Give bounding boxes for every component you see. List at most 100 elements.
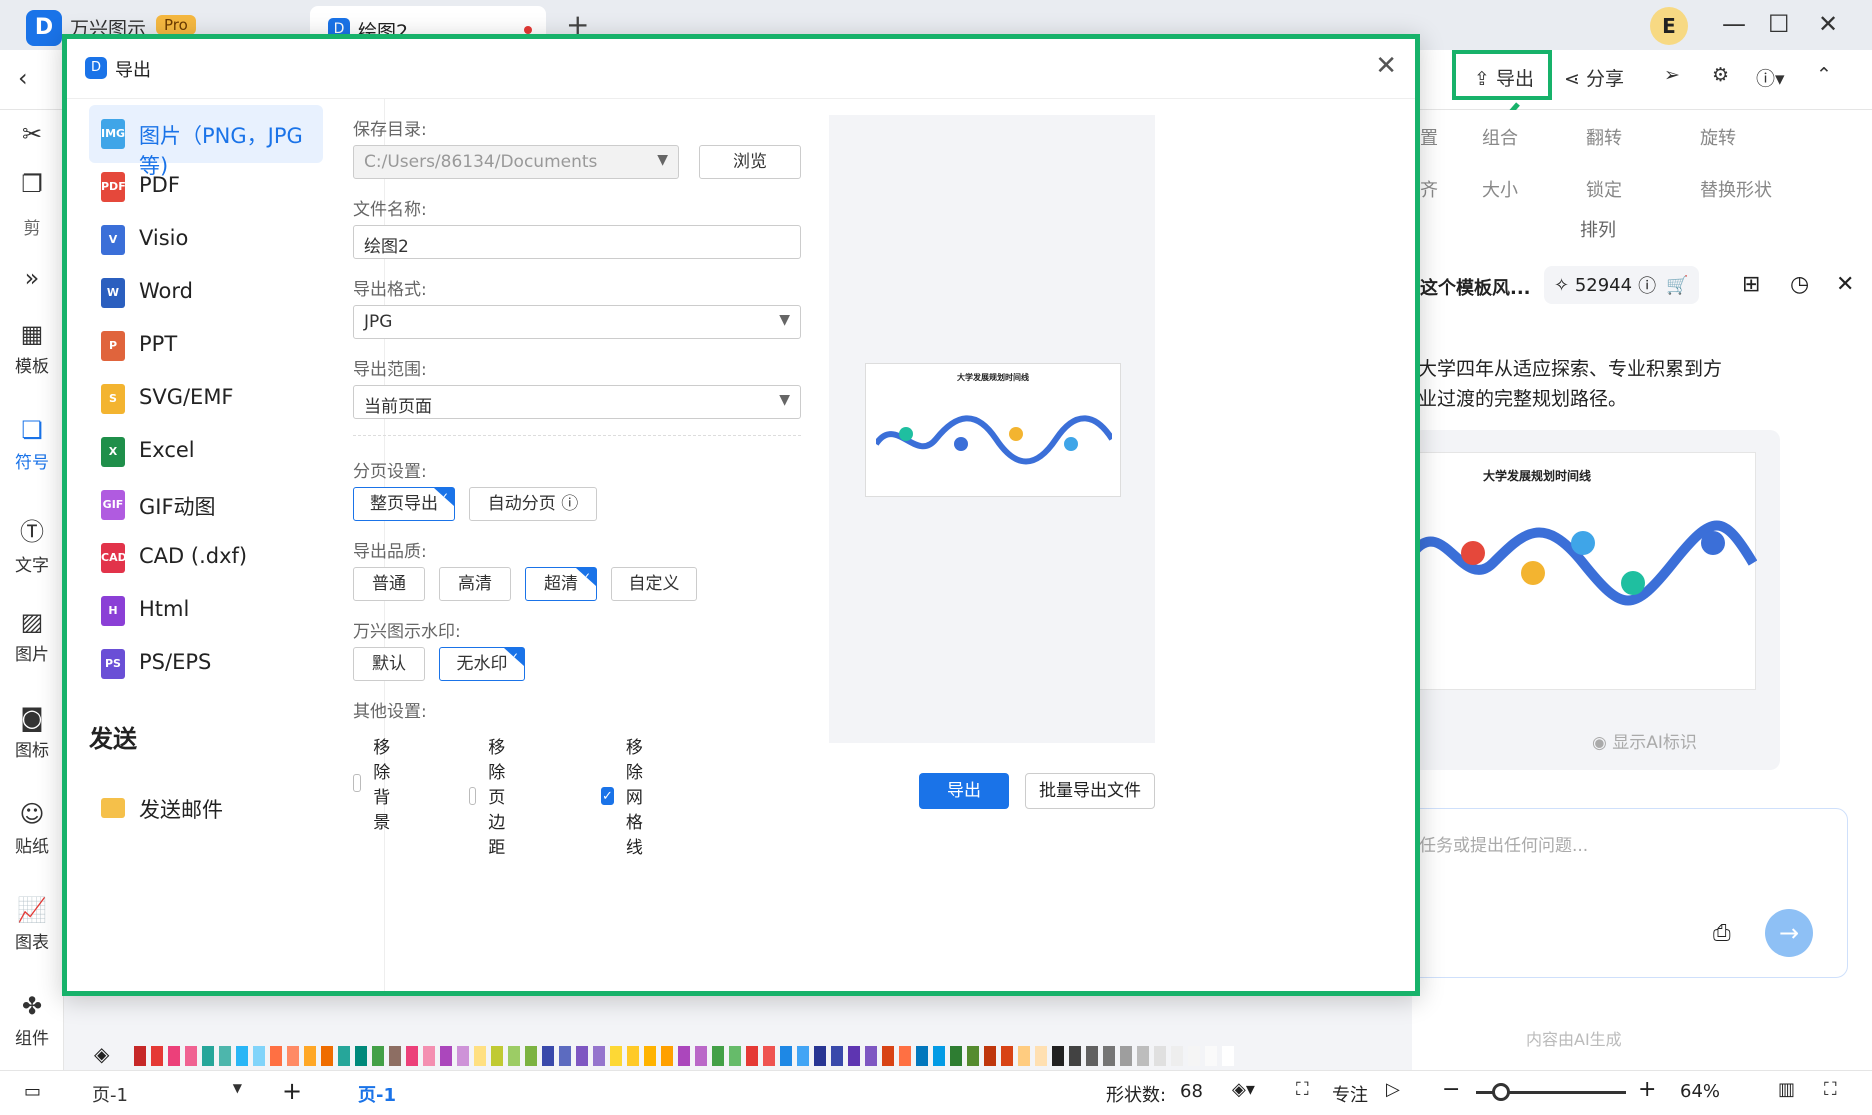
sidebar-item-symbols[interactable]: ❏ 符号: [0, 416, 64, 473]
color-swatch[interactable]: [508, 1046, 520, 1066]
zoom-level[interactable]: 64%: [1680, 1081, 1720, 1102]
color-palette[interactable]: ◈: [80, 1042, 1270, 1068]
avatar[interactable]: E: [1650, 7, 1688, 45]
color-swatch[interactable]: [525, 1046, 537, 1066]
color-swatch[interactable]: [984, 1046, 996, 1066]
ribbon-item[interactable]: 置: [1420, 124, 1438, 150]
zoom-slider-handle[interactable]: [1492, 1083, 1510, 1101]
format-option[interactable]: V Visio: [89, 211, 323, 269]
copy-icon[interactable]: ❐: [0, 170, 64, 202]
quality-custom-button[interactable]: 自定义: [611, 567, 697, 601]
export-button[interactable]: 导出: [919, 773, 1009, 809]
color-swatch[interactable]: [593, 1046, 605, 1066]
ai-input-box[interactable]: 任务或提出任何问题... ⎙ →: [1392, 808, 1848, 978]
color-swatch[interactable]: [168, 1046, 180, 1066]
color-swatch[interactable]: [372, 1046, 384, 1066]
color-swatch[interactable]: [882, 1046, 894, 1066]
color-swatch[interactable]: [865, 1046, 877, 1066]
minimize-icon[interactable]: —: [1722, 10, 1746, 38]
auto-paging-button[interactable]: 自动分页 ⓘ: [469, 487, 597, 521]
color-swatch[interactable]: [542, 1046, 554, 1066]
sidebar-item-icons[interactable]: ◙ 图标: [0, 704, 64, 761]
color-swatch[interactable]: [661, 1046, 673, 1066]
color-swatch[interactable]: [151, 1046, 163, 1066]
format-option[interactable]: PDF PDF: [89, 158, 323, 216]
close-icon[interactable]: ✕: [1375, 51, 1397, 81]
color-swatch[interactable]: [287, 1046, 299, 1066]
color-swatch[interactable]: [1052, 1046, 1064, 1066]
remove-gridlines-checkbox[interactable]: ✓ 移除网格线: [601, 733, 648, 858]
color-swatch[interactable]: [304, 1046, 316, 1066]
color-swatch[interactable]: [1154, 1046, 1166, 1066]
color-swatch[interactable]: [763, 1046, 775, 1066]
focus-mode[interactable]: 专注: [1332, 1081, 1368, 1107]
color-swatch[interactable]: [1222, 1046, 1234, 1066]
color-swatch[interactable]: [831, 1046, 843, 1066]
color-swatch[interactable]: [644, 1046, 656, 1066]
color-swatch[interactable]: [423, 1046, 435, 1066]
format-option[interactable]: PS PS/EPS: [89, 635, 323, 693]
collapse-icon[interactable]: ⌃: [1816, 64, 1832, 86]
color-swatch[interactable]: [202, 1046, 214, 1066]
color-swatch[interactable]: [389, 1046, 401, 1066]
back-icon[interactable]: ‹: [18, 64, 28, 92]
color-swatch[interactable]: [219, 1046, 231, 1066]
color-swatch[interactable]: [967, 1046, 979, 1066]
color-swatch[interactable]: [1120, 1046, 1132, 1066]
color-swatch[interactable]: [797, 1046, 809, 1066]
send-icon[interactable]: ➢: [1664, 64, 1680, 86]
maximize-icon[interactable]: ☐: [1768, 10, 1790, 38]
fullscreen-icon[interactable]: ⛶: [1824, 1079, 1837, 1100]
range-select[interactable]: 当前页面 ▼: [353, 385, 801, 419]
gear-icon[interactable]: ⚙: [1712, 64, 1729, 86]
color-swatch[interactable]: [185, 1046, 197, 1066]
color-swatch[interactable]: [338, 1046, 350, 1066]
color-swatch[interactable]: [355, 1046, 367, 1066]
format-option[interactable]: S SVG/EMF: [89, 370, 323, 428]
ai-credits[interactable]: ✧ 52944 ⓘ 🛒: [1544, 266, 1699, 304]
sidebar-item-text[interactable]: Ⓣ 文字: [0, 512, 64, 576]
page-tab[interactable]: 页-1: [358, 1081, 396, 1107]
color-swatch[interactable]: [406, 1046, 418, 1066]
format-option[interactable]: P PPT: [89, 317, 323, 375]
color-swatch[interactable]: [899, 1046, 911, 1066]
color-swatch[interactable]: [780, 1046, 792, 1066]
browse-button[interactable]: 浏览: [699, 145, 801, 179]
color-swatch[interactable]: [134, 1046, 146, 1066]
ribbon-item[interactable]: 齐: [1420, 176, 1438, 202]
color-swatch[interactable]: [1001, 1046, 1013, 1066]
color-swatch[interactable]: [610, 1046, 622, 1066]
send-message-button[interactable]: →: [1765, 909, 1813, 957]
remove-background-checkbox[interactable]: 移除背景: [353, 733, 400, 833]
color-swatch[interactable]: [627, 1046, 639, 1066]
play-icon[interactable]: ▷: [1386, 1079, 1400, 1100]
full-page-export-button[interactable]: 整页导出: [353, 487, 455, 521]
lock-button[interactable]: 锁定: [1586, 176, 1622, 202]
color-swatch[interactable]: [559, 1046, 571, 1066]
fill-bucket-icon[interactable]: ◈: [94, 1042, 109, 1066]
color-swatch[interactable]: [712, 1046, 724, 1066]
color-swatch[interactable]: [746, 1046, 758, 1066]
color-swatch[interactable]: [848, 1046, 860, 1066]
color-swatch[interactable]: [440, 1046, 452, 1066]
expand-icon[interactable]: »: [0, 264, 64, 296]
format-option[interactable]: W Word: [89, 264, 323, 322]
color-swatch[interactable]: [576, 1046, 588, 1066]
color-swatch[interactable]: [916, 1046, 928, 1066]
format-option[interactable]: IMG 图片（PNG，JPG等): [89, 105, 323, 178]
color-swatch[interactable]: [474, 1046, 486, 1066]
color-swatch[interactable]: [695, 1046, 707, 1066]
show-ai-label-toggle[interactable]: ◉ 显示AI标识: [1592, 728, 1697, 753]
color-swatch[interactable]: [950, 1046, 962, 1066]
color-swatch[interactable]: [457, 1046, 469, 1066]
sidebar-item-templates[interactable]: ▦ 模板: [0, 320, 64, 377]
sidebar-item-components[interactable]: ✤ 组件: [0, 992, 64, 1049]
format-option[interactable]: GIF GIF动图: [89, 476, 323, 534]
help-icon[interactable]: ⓘ▾: [1756, 64, 1785, 91]
color-swatch[interactable]: [1171, 1046, 1183, 1066]
size-button[interactable]: 大小: [1482, 176, 1518, 202]
layers-icon[interactable]: ◈▾: [1232, 1079, 1255, 1100]
color-swatch[interactable]: [814, 1046, 826, 1066]
flip-button[interactable]: 翻转: [1586, 124, 1622, 150]
quality-normal-button[interactable]: 普通: [353, 567, 425, 601]
